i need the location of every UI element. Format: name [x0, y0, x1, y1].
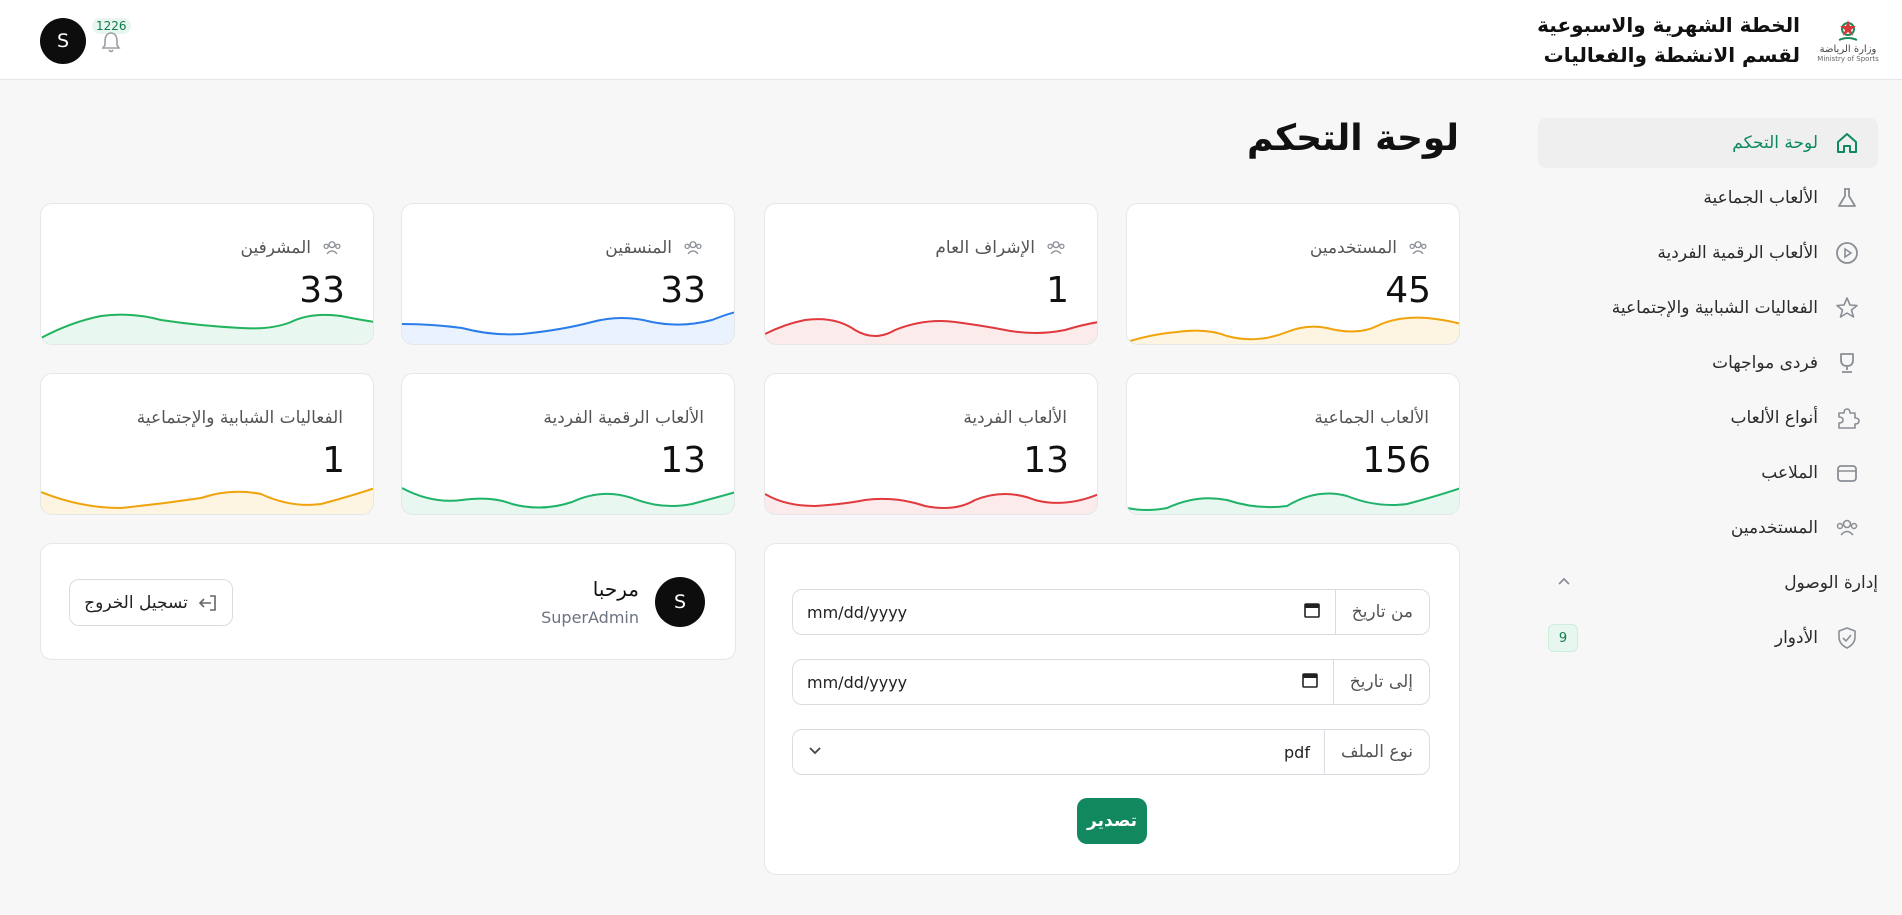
sidebar-item-youth-events[interactable]: الفعاليات الشبابية والإجتماعية [1538, 283, 1878, 333]
from-date-label: من تاريخ [1334, 590, 1429, 634]
file-type-select[interactable]: pdf [793, 730, 1324, 774]
users-icon [321, 238, 343, 258]
greeting: مرحبا [592, 577, 639, 601]
stat-card-coordinators[interactable]: المنسقين 33 [401, 203, 735, 345]
sidebar-item-team-games[interactable]: الألعاب الجماعية [1538, 173, 1878, 223]
chevron-down-icon [807, 742, 823, 762]
sidebar-item-digital-games[interactable]: الألعاب الرقمية الفردية [1538, 228, 1878, 278]
users-icon [1407, 238, 1429, 258]
to-date-label: إلى تاريخ [1332, 660, 1429, 704]
stat-label: المستخدمين [1309, 238, 1397, 258]
stat-label: الإشراف العام [935, 238, 1035, 258]
sparkline [402, 311, 734, 344]
stat-label: المنسقين [605, 238, 672, 258]
home-icon [1832, 128, 1862, 158]
sidebar-section-access-management[interactable]: إدارة الوصول [1538, 558, 1878, 608]
to-date-field[interactable]: إلى تاريخ mm/dd/yyyy [792, 659, 1430, 705]
star-icon [1832, 293, 1862, 323]
user-avatar[interactable]: S [40, 18, 86, 64]
trophy-icon [1832, 348, 1862, 378]
stat-label: الألعاب الجماعية [1314, 408, 1429, 428]
ministry-logo: وزارة الرياضة Ministry of Sports [1816, 10, 1880, 70]
notifications-button[interactable]: 1226 [92, 18, 132, 64]
user-role: SuperAdmin [541, 608, 639, 627]
flask-icon [1832, 183, 1862, 213]
from-date-input[interactable]: mm/dd/yyyy [793, 590, 1335, 634]
page-title: لوحة التحكم [1246, 118, 1459, 159]
calendar-icon[interactable] [1301, 671, 1319, 693]
roles-count-badge: 9 [1548, 624, 1578, 652]
chevron-up-icon [1556, 573, 1572, 594]
to-date-input[interactable]: mm/dd/yyyy [793, 660, 1333, 704]
sparkline [41, 313, 373, 344]
stat-label: المشرفين [240, 238, 311, 258]
sidebar-item-roles[interactable]: الأدوار 9 [1538, 613, 1878, 663]
logout-button[interactable]: تسجيل الخروج [69, 579, 233, 626]
file-type-label: نوع الملف [1323, 730, 1429, 774]
app-title: الخطة الشهرية والاسبوعية لقسم الانشطة وا… [1537, 13, 1800, 67]
shield-icon [1832, 623, 1862, 653]
sidebar: لوحة التحكم الألعاب الجماعية الألعاب الر… [1538, 118, 1878, 668]
stat-card-general-supervision[interactable]: الإشراف العام 1 [764, 203, 1098, 345]
stat-card-team-games[interactable]: الألعاب الجماعية 156 [1126, 373, 1460, 515]
sparkline [41, 487, 373, 514]
stat-card-users[interactable]: المستخدمين 45 [1126, 203, 1460, 345]
stat-label: الألعاب الرقمية الفردية [543, 408, 704, 428]
sidebar-item-individual-matches[interactable]: فردى مواجهات [1538, 338, 1878, 388]
play-circle-icon [1832, 238, 1862, 268]
stat-label: الألعاب الفردية [963, 408, 1067, 428]
file-type-field[interactable]: نوع الملف pdf [792, 729, 1430, 775]
sparkline [402, 487, 734, 514]
users-icon [682, 238, 704, 258]
logout-icon [198, 593, 218, 613]
export-button[interactable]: تصدير [1077, 798, 1147, 844]
users-icon [1832, 513, 1862, 543]
avatar: S [655, 577, 705, 627]
brand: وزارة الرياضة Ministry of Sports الخطة ا… [1537, 10, 1880, 70]
top-header: وزارة الرياضة Ministry of Sports الخطة ا… [0, 0, 1902, 80]
puzzle-icon [1832, 403, 1862, 433]
sidebar-item-users[interactable]: المستخدمين [1538, 503, 1878, 553]
stat-card-supervisors[interactable]: المشرفين 33 [40, 203, 374, 345]
calendar-icon[interactable] [1303, 601, 1321, 623]
sparkline [1127, 487, 1459, 514]
sidebar-item-game-types[interactable]: أنواع الألعاب [1538, 393, 1878, 443]
welcome-panel: S مرحبا SuperAdmin تسجيل الخروج [40, 543, 736, 660]
archive-icon [1832, 458, 1862, 488]
sparkline [1127, 316, 1459, 344]
stat-label: الفعاليات الشبابية والإجتماعية [136, 408, 343, 428]
bell-icon [101, 32, 121, 53]
sparkline [765, 493, 1097, 514]
sparkline [765, 318, 1097, 344]
sidebar-item-stadiums[interactable]: الملاعب [1538, 448, 1878, 498]
stat-card-digital-games[interactable]: الألعاب الرقمية الفردية 13 [401, 373, 735, 515]
export-panel: من تاريخ mm/dd/yyyy إلى تاريخ mm/dd/yyyy… [764, 543, 1460, 875]
from-date-field[interactable]: من تاريخ mm/dd/yyyy [792, 589, 1430, 635]
stat-card-youth-events[interactable]: الفعاليات الشبابية والإجتماعية 1 [40, 373, 374, 515]
users-icon [1045, 238, 1067, 258]
stat-card-individual-games[interactable]: الألعاب الفردية 13 [764, 373, 1098, 515]
sidebar-item-dashboard[interactable]: لوحة التحكم [1538, 118, 1878, 168]
